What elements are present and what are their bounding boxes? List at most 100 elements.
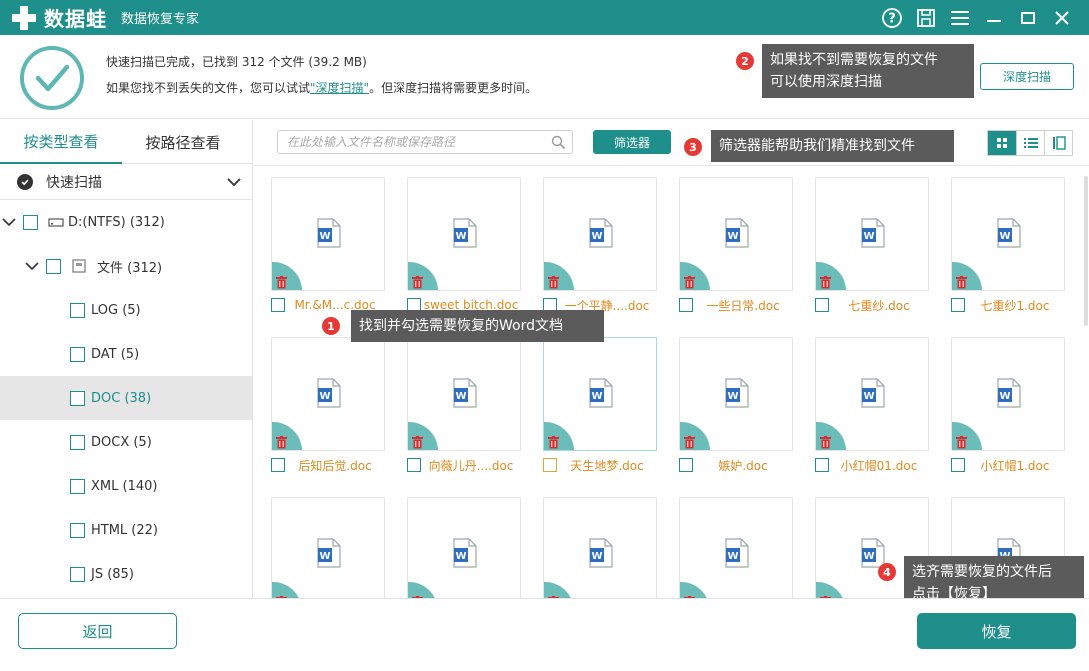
svg-text:W: W [863, 391, 874, 402]
drive-checkbox[interactable] [23, 214, 38, 230]
word-document-icon: W [996, 378, 1022, 412]
file-thumbnail[interactable]: W [271, 337, 385, 451]
file-thumbnail[interactable]: W [679, 177, 793, 291]
deep-scan-button[interactable]: 深度扫描 [980, 63, 1074, 90]
file-checkbox[interactable] [679, 298, 693, 312]
tree-item-folder[interactable]: 文件 (312) [0, 244, 252, 288]
search-input[interactable]: 在此处输入文件名称或保存路径 [277, 130, 573, 154]
file-checkbox[interactable] [271, 458, 285, 472]
file-checkbox[interactable] [951, 458, 965, 472]
detail-view-icon[interactable] [1044, 131, 1072, 155]
tree-item-label: HTML (22) [91, 522, 158, 538]
doc-checkbox[interactable] [70, 390, 85, 406]
file-thumbnail[interactable]: W [407, 337, 521, 451]
help-icon[interactable]: ? [875, 0, 909, 35]
xml-checkbox[interactable] [70, 478, 85, 494]
tip-text: 筛选器能帮助我们精准找到文件 [719, 138, 915, 154]
recover-button[interactable]: 恢复 [917, 613, 1076, 649]
svg-text:W: W [727, 391, 738, 402]
docx-checkbox[interactable] [70, 434, 85, 450]
tree-item-html[interactable]: HTML (22) [0, 508, 252, 552]
svg-text:W: W [999, 231, 1010, 242]
file-name: 七重纱1.doc [980, 298, 1050, 313]
file-checkbox[interactable] [407, 458, 421, 472]
file-thumbnail[interactable]: W [951, 177, 1065, 291]
file-thumbnail[interactable]: W [815, 337, 929, 451]
tab-by-type[interactable]: 按类型查看 [0, 120, 122, 164]
file-thumbnail[interactable]: W [815, 177, 929, 291]
tab-by-path[interactable]: 按路径查看 [122, 120, 244, 164]
close-icon[interactable] [1045, 0, 1079, 35]
deep-scan-link[interactable]: "深度扫描" [310, 81, 369, 95]
grid-view-icon[interactable] [988, 131, 1016, 155]
svg-text:W: W [863, 231, 874, 242]
svg-text:W: W [591, 231, 602, 242]
file-thumbnail[interactable]: W [951, 337, 1065, 451]
quick-scan-row[interactable]: 快速扫描 [0, 164, 252, 200]
html-checkbox[interactable] [70, 522, 85, 538]
view-mode-tabs: 按类型查看 按路径查看 [0, 120, 252, 164]
tree-item-label: DOC (38) [91, 390, 152, 406]
scrollbar-thumb[interactable] [1084, 176, 1088, 326]
file-name: 嫉妒.doc [718, 458, 768, 473]
chevron-down-icon[interactable] [2, 215, 16, 229]
log-checkbox[interactable] [70, 302, 85, 318]
file-checkbox[interactable] [679, 458, 693, 472]
tree-item-docx[interactable]: DOCX (5) [0, 420, 252, 464]
dat-checkbox[interactable] [70, 346, 85, 362]
save-icon[interactable] [909, 0, 943, 35]
menu-icon[interactable] [943, 0, 977, 35]
tree-item-xml[interactable]: XML (140) [0, 464, 252, 508]
file-thumbnail[interactable]: W [407, 497, 521, 598]
file-thumbnail[interactable]: W [543, 337, 657, 451]
trash-icon [820, 274, 831, 290]
word-document-icon: W [724, 218, 750, 252]
file-thumbnail[interactable]: W [271, 497, 385, 598]
file-checkbox[interactable] [815, 298, 829, 312]
trash-icon [548, 274, 559, 290]
tree-item-label: 文件 (312) [97, 260, 163, 276]
trash-icon [412, 274, 423, 290]
tree-item-doc[interactable]: DOC (38) [0, 376, 252, 420]
tree-item-label: JS (85) [91, 566, 134, 582]
scrollbar[interactable] [1083, 166, 1089, 598]
chevron-down-icon[interactable] [226, 174, 242, 190]
logo-name: 数据蛙 [44, 7, 107, 31]
file-thumbnail[interactable]: W [543, 177, 657, 291]
tip-badge-3: 3 [684, 138, 702, 156]
tip-badge-2: 2 [736, 52, 754, 70]
tree-item-dat[interactable]: DAT (5) [0, 332, 252, 376]
svg-text:W: W [591, 551, 602, 562]
maximize-icon[interactable] [1011, 0, 1045, 35]
trash-icon [276, 434, 287, 450]
tree-item-drive[interactable]: D:(NTFS) (312) [0, 200, 252, 244]
js-checkbox[interactable] [70, 566, 85, 582]
file-checkbox[interactable] [951, 298, 965, 312]
list-view-icon[interactable] [1016, 131, 1044, 155]
tip-badge-1: 1 [322, 317, 340, 335]
tree-item-log[interactable]: LOG (5) [0, 288, 252, 332]
file-checkbox[interactable] [271, 298, 285, 312]
tree-item-js[interactable]: JS (85) [0, 552, 252, 596]
word-document-icon: W [316, 218, 342, 252]
folder-checkbox[interactable] [46, 258, 61, 274]
search-icon[interactable] [551, 135, 566, 150]
file-checkbox[interactable] [815, 458, 829, 472]
file-thumbnail[interactable]: W [679, 337, 793, 451]
file-item-label-row: 小红帽01.doc [815, 455, 929, 475]
file-thumbnail[interactable]: W [271, 177, 385, 291]
app-logo: 数据蛙 [10, 3, 107, 32]
file-checkbox[interactable] [543, 458, 557, 472]
minimize-icon[interactable] [977, 0, 1011, 35]
word-document-icon: W [724, 538, 750, 572]
svg-text:W: W [455, 231, 466, 242]
chevron-down-icon[interactable] [25, 259, 39, 273]
file-thumbnail[interactable]: W [407, 177, 521, 291]
sidebar: 按类型查看 按路径查看 快速扫描 D:(NTFS) (312) 文件 (312)… [0, 120, 253, 598]
word-document-icon: W [724, 378, 750, 412]
filter-button[interactable]: 筛选器 [593, 130, 671, 154]
drive-icon [48, 218, 64, 227]
file-thumbnail[interactable]: W [543, 497, 657, 598]
file-thumbnail[interactable]: W [679, 497, 793, 598]
back-button[interactable]: 返回 [18, 613, 177, 649]
